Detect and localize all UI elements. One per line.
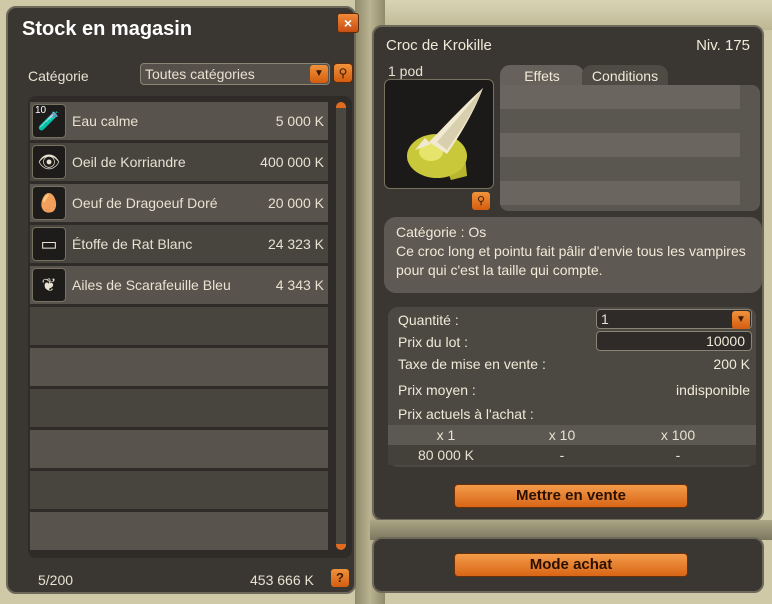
effect-line [500,109,740,133]
effect-line [500,85,740,109]
stock-panel: Stock en magasin × Catégorie Toutes caté… [6,6,359,594]
price-table: x 1 x 10 x 100 80 000 K - - [388,425,756,465]
quantity-value: 1 [601,311,609,327]
item-description: Catégorie : Os Ce croc long et pointu fa… [384,217,762,293]
egg-icon: 🥚 [32,186,66,220]
search-icon[interactable]: ⚲ [333,63,353,83]
item-name: Ailes de Scarafeuille Bleu [72,277,231,293]
zoom-icon[interactable]: ⚲ [472,192,490,210]
effect-line [500,133,740,157]
item-price: 20 000 K [267,195,324,211]
item-name: Étoffe de Rat Blanc [72,236,193,252]
potion-icon: 10 🧪 [32,104,66,138]
avg-price-row: Prix moyen : indisponible [398,379,750,401]
quantity-select[interactable]: 1 ▼ [596,309,752,329]
price-table-row: 80 000 K - - [388,445,756,465]
stock-count: 5/200 [38,572,74,588]
effect-line [500,157,740,181]
item-price: 400 000 K [260,154,324,170]
buy-mode-button[interactable]: Mode achat [454,553,688,577]
list-item[interactable]: ▭ Étoffe de Rat Blanc 24 323 K [30,225,328,263]
sell-button[interactable]: Mettre en vente [454,484,688,508]
scroll-down-arrow[interactable] [336,544,346,550]
chevron-down-icon[interactable]: ▼ [310,65,328,83]
item-detail-panel: Croc de Krokille Niv. 175 1 pod ⚲ Effets… [372,25,764,521]
quantity-label: Quantité : [398,312,459,328]
item-qty: 10 [35,105,47,116]
item-price: 24 323 K [267,236,324,252]
stock-list: 10 🧪 Eau calme 5 000 K 👁 Oeil de Korrian… [28,96,352,558]
item-name: Eau calme [72,113,139,129]
empty-row [30,471,328,509]
tax-row: Taxe de mise en vente : 200 K [398,353,750,375]
item-name: Oeuf de Dragoeuf Doré [72,195,218,211]
list-item[interactable]: ❦ Ailes de Scarafeuille Bleu 4 343 K [30,266,328,304]
wing-icon: ❦ [32,268,66,302]
price-header: x 1 [436,427,456,443]
stock-title: Stock en magasin [22,18,193,40]
tab-effets[interactable]: Effets [500,65,584,87]
current-prices-label: Prix actuels à l'achat : [398,406,534,422]
category-label: Catégorie [28,68,89,84]
price-cell: - [675,447,681,463]
list-item[interactable]: 🥚 Oeuf de Dragoeuf Doré 20 000 K [30,184,328,222]
empty-row [30,348,328,386]
eye-icon: 👁 [32,145,66,179]
help-icon[interactable]: ? [331,569,349,587]
lot-price-input[interactable]: 10000 [596,331,752,351]
empty-row [30,389,328,427]
buy-mode-panel: Mode achat [372,537,764,593]
price-header: x 10 [548,427,576,443]
empty-row [30,430,328,468]
tax-label: Taxe de mise en vente : [398,356,546,372]
price-table-header: x 1 x 10 x 100 [388,425,756,445]
scroll-up-arrow[interactable] [336,102,346,108]
tax-value: 200 K [713,356,750,372]
description-category: Catégorie : Os [396,224,487,240]
item-price: 4 343 K [275,277,324,293]
price-cell: 80 000 K [417,447,475,463]
sell-form: Quantité : 1 ▼ Prix du lot : 10000 Taxe … [388,307,756,467]
cloth-icon: ▭ [32,227,66,261]
current-prices-row: Prix actuels à l'achat : [398,403,750,425]
tab-conditions[interactable]: Conditions [582,65,668,87]
list-item[interactable]: 10 🧪 Eau calme 5 000 K [30,102,328,140]
item-level: Niv. 175 [696,37,750,54]
lot-price-label: Prix du lot : [398,334,469,350]
price-cell: - [559,447,565,463]
price-header: x 100 [660,427,696,443]
avg-price-value: indisponible [676,382,750,398]
item-name: Oeil de Korriandre [72,154,186,170]
fang-icon [407,88,483,180]
item-pods: 1 pod [388,63,424,79]
tab-content [500,85,760,211]
list-item[interactable]: 👁 Oeil de Korriandre 400 000 K [30,143,328,181]
effect-line [500,181,740,205]
item-price: 5 000 K [275,113,324,129]
empty-row [30,307,328,345]
description-text: Ce croc long et pointu fait pâlir d'envi… [396,243,746,278]
chevron-down-icon[interactable]: ▼ [732,311,750,329]
list-scrollbar[interactable] [336,102,346,550]
category-value: Toutes catégories [145,66,255,82]
item-title: Croc de Krokille [386,37,492,54]
stock-total: 453 666 K [250,572,314,588]
item-image [384,79,494,189]
category-select[interactable]: Toutes catégories ▼ [140,63,330,85]
avg-price-label: Prix moyen : [398,382,476,398]
empty-row [30,512,328,550]
close-button[interactable]: × [337,13,359,33]
